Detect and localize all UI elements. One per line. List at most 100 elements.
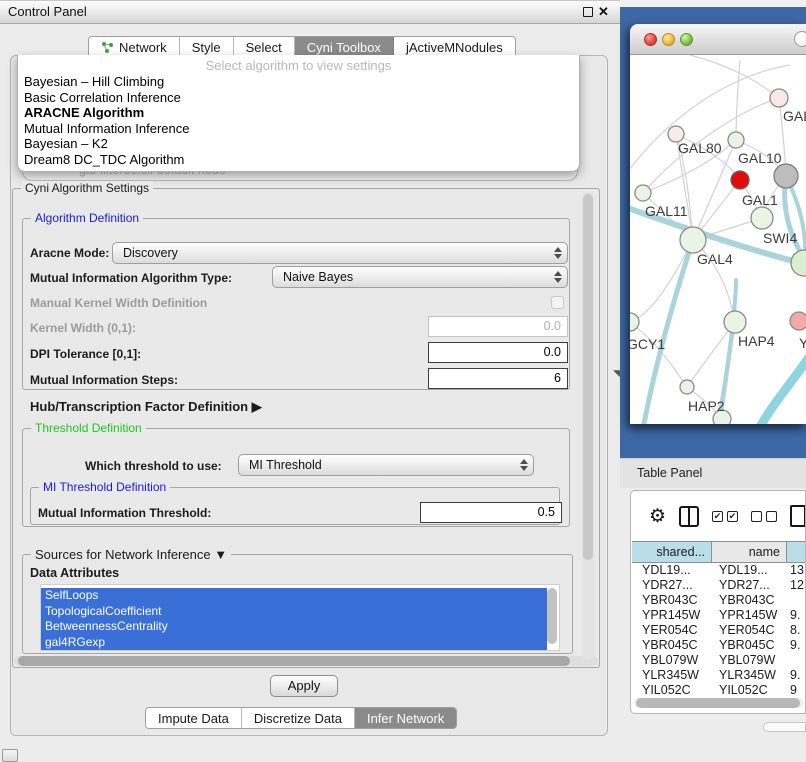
node-green[interactable]	[728, 132, 744, 148]
settings-vscrollbar[interactable]	[582, 192, 594, 660]
node-red-selected[interactable]	[731, 171, 749, 189]
which-threshold-value: MI Threshold	[249, 458, 518, 472]
node-hap2[interactable]	[680, 380, 694, 394]
algorithm-option-highlighted[interactable]: ARACNE Algorithm	[18, 105, 579, 121]
tab-style-label: Style	[192, 40, 221, 55]
table-hscrollbar[interactable]	[634, 698, 804, 708]
node-hap4[interactable]	[724, 311, 746, 333]
node-gal-partial[interactable]	[770, 89, 788, 107]
algorithm-prompt: Select algorithm to view settings	[18, 57, 579, 74]
node-label: HAP4	[738, 333, 775, 349]
table-body: YDL19...YDL19...13 YDR27...YDR27...12 YB…	[632, 563, 806, 696]
node-gal1[interactable]	[751, 207, 773, 229]
node-gal4[interactable]	[680, 227, 706, 253]
settings-vscrollbar-thumb[interactable]	[583, 194, 593, 560]
attribute-item[interactable]: BetweennessCentrality	[41, 619, 547, 635]
which-threshold-combo[interactable]: MI Threshold	[238, 454, 534, 476]
panel-divider-handle[interactable]: ◥	[613, 368, 620, 379]
mi-steps-label: Mutual Information Steps:	[30, 373, 178, 387]
mac-minimize-icon[interactable]	[662, 33, 675, 46]
cell: YLR345W	[712, 668, 787, 683]
column-header-partial[interactable]	[787, 542, 806, 562]
kernel-width-field[interactable]: 0.0	[428, 316, 568, 337]
algorithm-option[interactable]: Bayesian – K2	[18, 136, 579, 152]
threshold-definition-title: Threshold Definition	[31, 421, 146, 435]
sources-group-title[interactable]: Sources for Network Inference ▼	[31, 547, 231, 562]
manual-kernel-checkbox[interactable]	[551, 296, 564, 309]
mac-zoom-icon[interactable]	[680, 33, 693, 46]
algorithm-option[interactable]: Basic Correlation Inference	[18, 90, 579, 106]
cell: YBL079W	[632, 653, 712, 668]
mi-threshold-field[interactable]: 0.5	[420, 502, 562, 523]
node-gal10-gray[interactable]	[774, 164, 798, 188]
show-columns-toggle[interactable]: ✔ ✔	[712, 511, 738, 522]
mi-type-value: Naive Bayes	[283, 270, 552, 284]
cell: YBR045C	[632, 638, 712, 653]
table-row[interactable]: YBR043CYBR043C	[632, 593, 806, 608]
tab-impute-data[interactable]: Impute Data	[146, 708, 242, 728]
table-row[interactable]: YDR27...YDR27...12	[632, 578, 806, 593]
panel-fragment	[763, 722, 806, 732]
hub-definition-toggle[interactable]: Hub/Transcription Factor Definition ▶	[30, 399, 262, 415]
bottom-tabbar: Impute Data Discretize Data Infer Networ…	[145, 707, 457, 729]
cell: 9	[787, 683, 806, 696]
node-gal11[interactable]	[635, 185, 651, 201]
gear-icon[interactable]: ⚙	[649, 507, 666, 526]
titlebar-button-partial[interactable]	[794, 31, 806, 47]
table-hscrollbar-thumb[interactable]	[636, 698, 800, 708]
column-header-shared-name[interactable]: shared...	[632, 542, 712, 562]
node-swi4[interactable]	[791, 250, 806, 276]
document-icon[interactable]	[790, 505, 806, 527]
apply-button[interactable]: Apply	[270, 675, 338, 697]
node-label: GAL	[783, 108, 806, 124]
table-row[interactable]: YLR345WYLR345W9.	[632, 668, 806, 683]
table-toolbar: ⚙ ✔ ✔	[631, 491, 806, 541]
data-attributes-list[interactable]: SelfLoops TopologicalCoefficient Between…	[40, 584, 560, 651]
mac-close-icon[interactable]	[644, 33, 657, 46]
algorithm-option[interactable]: Mutual Information Inference	[18, 121, 579, 137]
table-row[interactable]: YPR145WYPR145W9.	[632, 608, 806, 623]
spinner-icon	[552, 246, 563, 260]
cell: YDR27...	[712, 578, 787, 593]
algorithm-option[interactable]: Dream8 DC_TDC Algorithm	[18, 152, 579, 168]
checked-box-icon: ✔	[712, 511, 723, 522]
float-window-icon[interactable]	[583, 7, 593, 17]
attribute-item[interactable]: gal4RGexp	[41, 635, 547, 651]
table-row[interactable]: YBL079WYBL079W	[632, 653, 806, 668]
cell	[787, 593, 806, 608]
attribute-item[interactable]: SelfLoops	[41, 588, 547, 604]
table-row[interactable]: YBR045CYBR045C9.	[632, 638, 806, 653]
attributes-scrollbar-thumb[interactable]	[547, 588, 557, 644]
tab-discretize-data[interactable]: Discretize Data	[242, 708, 355, 728]
tab-infer-network[interactable]: Infer Network	[355, 708, 456, 728]
network-canvas[interactable]: GAL GAL80 GAL10 GAL1 GAL11 SWI4 GAL4 GCY…	[630, 55, 806, 424]
cell: YBR043C	[632, 593, 712, 608]
unchecked-box-icon	[751, 511, 762, 522]
data-attributes-label: Data Attributes	[30, 566, 119, 580]
table-row[interactable]: YER054CYER054C8.	[632, 623, 806, 638]
table-row[interactable]: YDL19...YDL19...13	[632, 563, 806, 578]
minimized-panel-icon[interactable]	[2, 749, 18, 762]
close-icon[interactable]: ✕	[598, 4, 609, 20]
node-pink[interactable]	[790, 312, 806, 330]
mi-steps-field[interactable]: 6	[428, 368, 568, 389]
aracne-mode-combo[interactable]: Discovery	[112, 242, 568, 264]
cell: 9.	[787, 668, 806, 683]
mi-threshold-label: Mutual Information Threshold:	[38, 506, 211, 520]
cell: YER054C	[632, 623, 712, 638]
table-panel-title: Table Panel	[637, 466, 702, 480]
hide-columns-toggle[interactable]	[751, 511, 777, 522]
tab-jactivemnodules-label: jActiveMNodules	[406, 40, 503, 55]
algorithm-option[interactable]: Bayesian – Hill Climbing	[18, 74, 579, 90]
cell: 9.	[787, 638, 806, 653]
network-window-titlebar[interactable]	[630, 24, 806, 55]
dpi-tolerance-field[interactable]: 0.0	[428, 342, 568, 363]
column-header-name[interactable]: name	[712, 542, 787, 562]
settings-hscrollbar[interactable]	[14, 656, 598, 666]
table-row[interactable]: YIL052CYIL052C9	[632, 683, 806, 696]
mi-type-combo[interactable]: Naive Bayes	[272, 266, 568, 288]
attribute-item[interactable]: TopologicalCoefficient	[41, 604, 547, 620]
node-label: GAL4	[697, 251, 733, 267]
columns-icon[interactable]	[679, 506, 699, 527]
settings-hscrollbar-thumb[interactable]	[18, 656, 570, 666]
